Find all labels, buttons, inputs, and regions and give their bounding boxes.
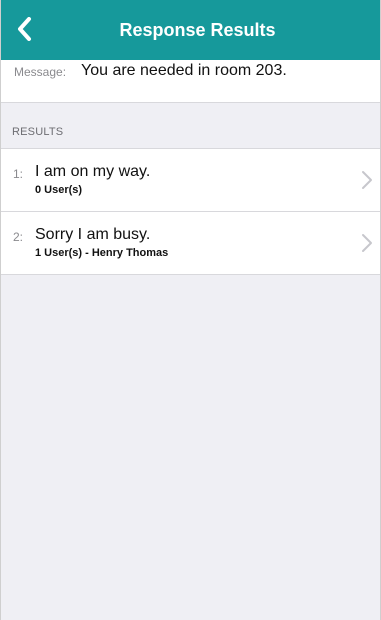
message-label: Message: — [14, 65, 67, 79]
result-summary: 1 User(s) - Henry Thomas — [35, 247, 169, 259]
result-response: I am on my way. — [35, 163, 151, 180]
results-section-header: RESULTS — [12, 126, 64, 138]
results-list: 1: I am on my way. 0 User(s) 2: Sorry I … — [1, 148, 380, 275]
navigation-bar: Response Results — [1, 0, 380, 60]
page-title: Response Results — [119, 20, 276, 40]
result-index: 2: — [13, 230, 24, 244]
message-row: Message: You are needed in room 203. — [1, 60, 380, 103]
chevron-right-icon — [362, 234, 372, 252]
result-row-1[interactable]: 1: I am on my way. 0 User(s) — [1, 149, 380, 212]
app-screen: Response Results Message: You are needed… — [0, 0, 381, 620]
result-response: Sorry I am busy. — [35, 226, 151, 243]
message-text: You are needed in room 203. — [81, 62, 287, 79]
result-index: 1: — [13, 167, 24, 181]
result-row-2[interactable]: 2: Sorry I am busy. 1 User(s) - Henry Th… — [1, 212, 380, 275]
chevron-right-icon — [362, 171, 372, 189]
result-summary: 0 User(s) — [35, 184, 83, 196]
